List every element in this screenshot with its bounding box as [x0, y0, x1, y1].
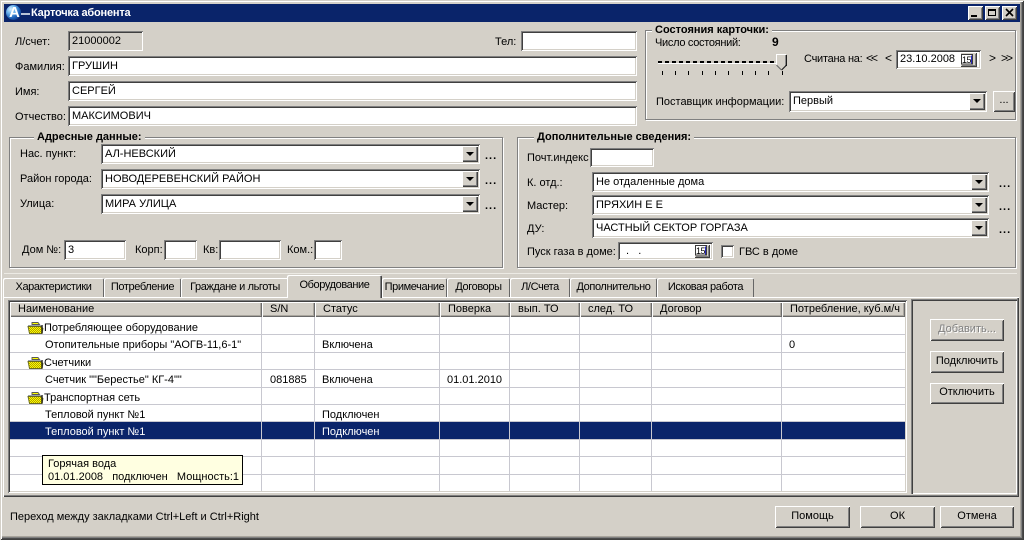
svg-text:15: 15	[696, 246, 706, 256]
svg-text:15: 15	[962, 55, 972, 65]
